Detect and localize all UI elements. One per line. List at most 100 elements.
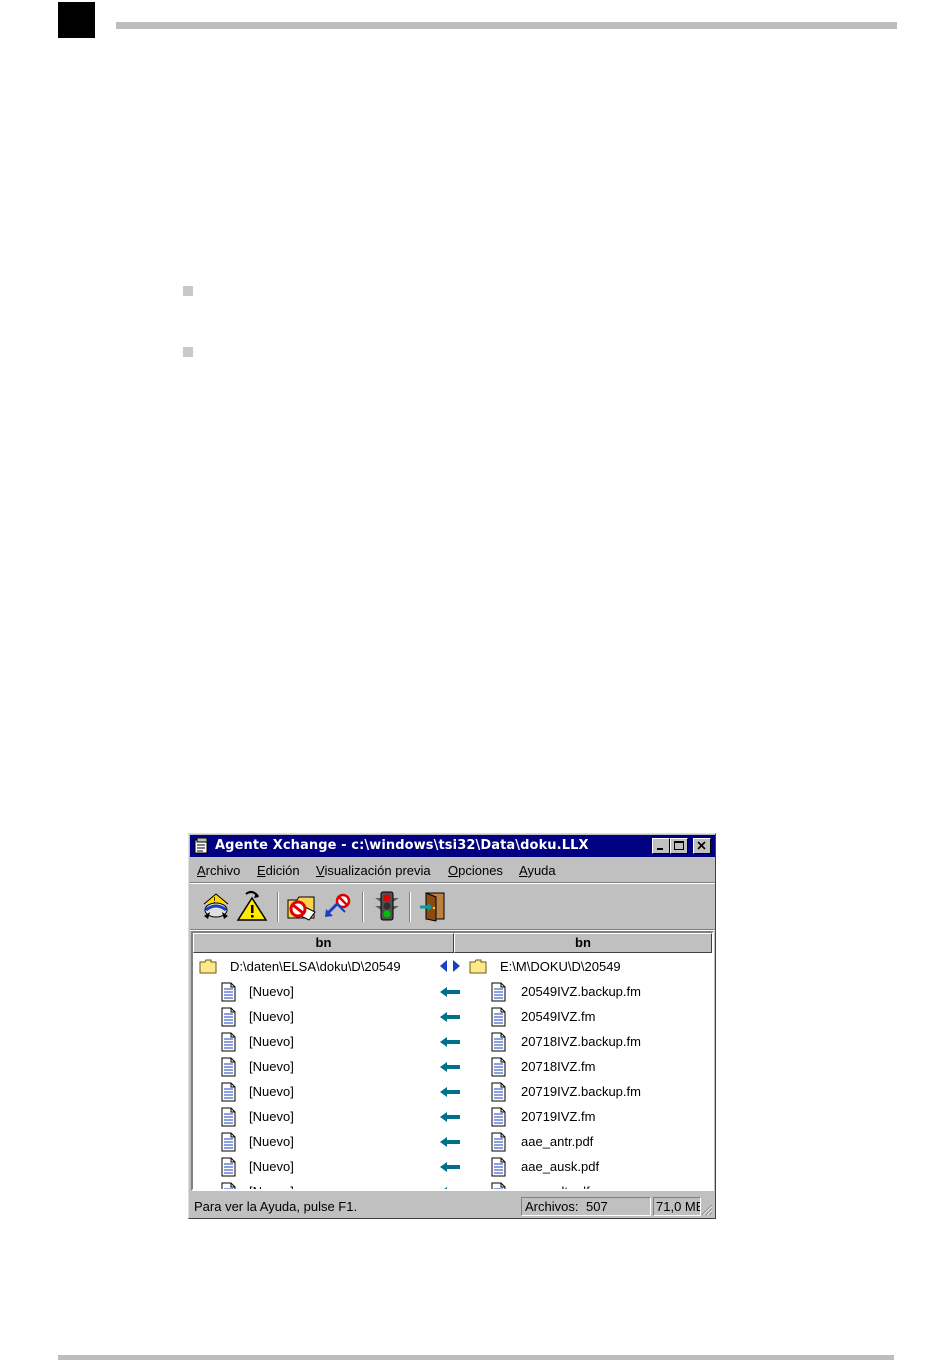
left-file-name: [Nuevo] <box>249 984 294 999</box>
file-row[interactable]: [Nuevo] 20549IVZ.fm <box>193 1005 712 1030</box>
right-file-name: 20718IVZ.fm <box>521 1059 596 1074</box>
file-row[interactable]: [Nuevo] 20719IVZ.backup.fm <box>193 1080 712 1105</box>
right-file-name: 20719IVZ.backup.fm <box>521 1084 641 1099</box>
left-file-name: [Nuevo] <box>249 1059 294 1074</box>
arrow-left-icon <box>440 1162 460 1172</box>
comparison-list[interactable]: bn bn D:\daten\ELSA\doku\D\20549 E:\M\DO… <box>191 931 714 1191</box>
right-file-name: aae_edt.pdf <box>521 1184 590 1189</box>
left-file-name: [Nuevo] <box>249 1184 294 1189</box>
folder-row[interactable]: D:\daten\ELSA\doku\D\20549 E:\M\DOKU\D\2… <box>193 955 712 980</box>
toolbar-separator <box>409 892 411 922</box>
document-icon <box>491 1082 506 1102</box>
document-icon <box>491 982 506 1002</box>
warning-icon[interactable] <box>236 890 268 922</box>
left-file-name: [Nuevo] <box>249 1109 294 1124</box>
left-file-name: [Nuevo] <box>249 1009 294 1024</box>
arrow-left-icon <box>440 987 460 997</box>
arrow-left-icon <box>440 1137 460 1147</box>
status-size: 71,0 MB <box>656 1199 701 1214</box>
document-icon <box>491 1157 506 1177</box>
left-file-name: [Nuevo] <box>249 1159 294 1174</box>
status-files-panel: Archivos: 507 <box>521 1197 651 1216</box>
document-icon <box>221 1032 236 1052</box>
status-size-panel: 71,0 MB <box>653 1197 701 1216</box>
toolbar: ! <box>190 884 715 928</box>
traffic-light-icon[interactable] <box>371 890 403 922</box>
document-icon <box>491 1057 506 1077</box>
file-row[interactable]: [Nuevo] 20549IVZ.backup.fm <box>193 980 712 1005</box>
document-icon <box>221 1107 236 1127</box>
document-icon <box>491 1107 506 1127</box>
title-bar[interactable]: Agente Xchange - c:\windows\tsi32\Data\d… <box>190 835 715 857</box>
document-icon <box>221 1082 236 1102</box>
document-icon <box>221 1182 236 1189</box>
right-file-name: 20718IVZ.backup.fm <box>521 1034 641 1049</box>
arrow-left-icon <box>440 1037 460 1047</box>
right-file-name: aae_ausk.pdf <box>521 1159 600 1174</box>
file-row[interactable]: [Nuevo] aae_ausk.pdf <box>193 1155 712 1180</box>
maximize-button[interactable] <box>670 838 688 854</box>
header-rule <box>116 22 897 29</box>
menu-bar: Archivo Edición Visualización previa Opc… <box>190 859 715 881</box>
arrow-left-icon <box>440 1012 460 1022</box>
left-file-name: [Nuevo] <box>249 1084 294 1099</box>
right-file-name: 20549IVZ.fm <box>521 1009 596 1024</box>
folder-icon <box>199 959 217 974</box>
menu-archivo[interactable]: Archivo <box>197 863 240 878</box>
footer-rule <box>58 1355 894 1360</box>
document-icon <box>221 1007 236 1027</box>
file-row[interactable]: [Nuevo] aae_antr.pdf <box>193 1130 712 1155</box>
right-folder-path: E:\M\DOKU\D\20549 <box>500 959 621 974</box>
menu-ayuda[interactable]: Ayuda <box>519 863 556 878</box>
menu-edicion[interactable]: Edición <box>257 863 300 878</box>
document-icon <box>491 1182 506 1189</box>
arrow-left-icon <box>440 1087 460 1097</box>
minimize-button[interactable] <box>652 838 670 854</box>
right-file-name: 20549IVZ.backup.fm <box>521 984 641 999</box>
file-row[interactable]: [Nuevo] aae_edt.pdf <box>193 1180 712 1189</box>
cancel-folder-icon[interactable] <box>285 890 317 922</box>
file-row[interactable]: [Nuevo] 20719IVZ.fm <box>193 1105 712 1130</box>
file-row[interactable]: [Nuevo] 20718IVZ.fm <box>193 1055 712 1080</box>
close-button[interactable] <box>693 838 711 854</box>
left-folder-path: D:\daten\ELSA\doku\D\20549 <box>230 959 401 974</box>
close-icon <box>697 841 706 850</box>
exit-door-icon[interactable] <box>418 890 450 922</box>
document-icon <box>221 1157 236 1177</box>
window-title: Agente Xchange - c:\windows\tsi32\Data\d… <box>215 838 589 853</box>
resize-grip-icon[interactable] <box>701 1204 713 1216</box>
toolbar-separator <box>277 892 279 922</box>
arrow-left-icon <box>440 1062 460 1072</box>
svg-text:!: ! <box>213 896 216 905</box>
right-file-name: 20719IVZ.fm <box>521 1109 596 1124</box>
status-bar: Para ver la Ayuda, pulse F1. Archivos: 5… <box>190 1194 715 1218</box>
document-icon <box>221 1057 236 1077</box>
app-icon[interactable] <box>194 838 210 854</box>
document-icon <box>491 1007 506 1027</box>
menu-opciones[interactable]: Opciones <box>448 863 503 878</box>
minimize-icon <box>657 848 663 850</box>
folder-icon <box>469 959 487 974</box>
column-header-left[interactable]: bn <box>193 933 454 953</box>
document-icon <box>491 1032 506 1052</box>
status-help-text: Para ver la Ayuda, pulse F1. <box>194 1199 358 1214</box>
maximize-icon <box>674 841 684 850</box>
arrow-left-icon <box>440 1112 460 1122</box>
bullet-2 <box>183 347 193 357</box>
column-header-right[interactable]: bn <box>454 933 712 953</box>
file-row[interactable]: [Nuevo] 20718IVZ.backup.fm <box>193 1030 712 1055</box>
agente-xchange-window: Agente Xchange - c:\windows\tsi32\Data\d… <box>188 833 716 1219</box>
left-file-name: [Nuevo] <box>249 1134 294 1149</box>
document-icon <box>491 1132 506 1152</box>
menu-visualizacion-previa[interactable]: Visualización previa <box>316 863 431 878</box>
document-icon <box>221 982 236 1002</box>
document-icon <box>221 1132 236 1152</box>
undo-cancel-icon[interactable] <box>323 890 355 922</box>
bullet-1 <box>183 286 193 296</box>
page-marker-block <box>58 2 95 38</box>
left-file-name: [Nuevo] <box>249 1034 294 1049</box>
arrow-left-icon <box>444 1187 447 1189</box>
status-files-count: 507 <box>586 1199 608 1214</box>
status-files-label: Archivos: <box>525 1199 579 1214</box>
handshake-sync-icon[interactable]: ! <box>200 890 232 922</box>
